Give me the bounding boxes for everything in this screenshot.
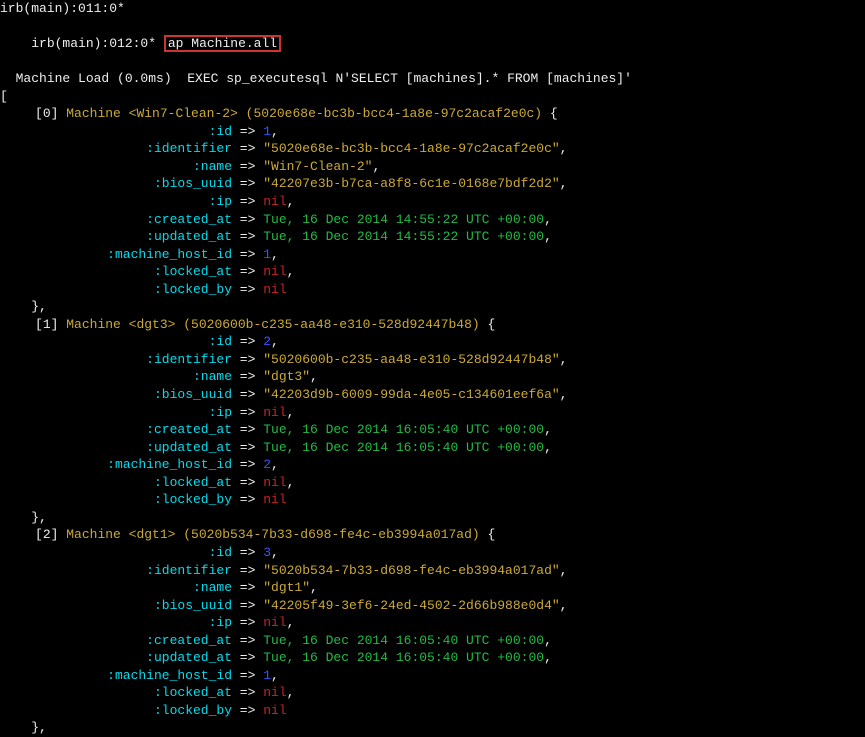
kv-row: :locked_by => nil [0, 702, 865, 720]
kv-row: :locked_by => nil [0, 491, 865, 509]
kv-row: :updated_at => Tue, 16 Dec 2014 14:55:22… [0, 228, 865, 246]
kv-row: :id => 3, [0, 544, 865, 562]
kv-row: :machine_host_id => 2, [0, 456, 865, 474]
kv-row: :machine_host_id => 1, [0, 667, 865, 685]
entry-header: [1] Machine <dgt3> (5020600b-c235-aa48-e… [0, 316, 865, 334]
kv-row: :ip => nil, [0, 193, 865, 211]
kv-row: :locked_at => nil, [0, 263, 865, 281]
entry-close: }, [0, 298, 865, 316]
kv-row: :created_at => Tue, 16 Dec 2014 16:05:40… [0, 421, 865, 439]
sql-log: Machine Load (0.0ms) EXEC sp_executesql … [0, 70, 865, 88]
kv-row: :ip => nil, [0, 404, 865, 422]
kv-row: :identifier => "5020600b-c235-aa48-e310-… [0, 351, 865, 369]
kv-row: :bios_uuid => "42205f49-3ef6-24ed-4502-2… [0, 597, 865, 615]
prompt-line[interactable]: irb(main):012:0* ap Machine.all [0, 18, 865, 71]
kv-row: :bios_uuid => "42203d9b-6009-99da-4e05-c… [0, 386, 865, 404]
terminal-output[interactable]: irb(main):011:0* irb(main):012:0* ap Mac… [0, 0, 865, 737]
kv-row: :ip => nil, [0, 614, 865, 632]
kv-row: :identifier => "5020b534-7b33-d698-fe4c-… [0, 562, 865, 580]
entry-header: [0] Machine <Win7-Clean-2> (5020e68e-bc3… [0, 105, 865, 123]
kv-row: :created_at => Tue, 16 Dec 2014 16:05:40… [0, 632, 865, 650]
kv-row: :id => 2, [0, 333, 865, 351]
entry-close: }, [0, 719, 865, 737]
ap-call: ap [168, 36, 191, 51]
kv-row: :name => "dgt1", [0, 579, 865, 597]
kv-row: :updated_at => Tue, 16 Dec 2014 16:05:40… [0, 649, 865, 667]
kv-row: :created_at => Tue, 16 Dec 2014 14:55:22… [0, 211, 865, 229]
kv-row: :name => "dgt3", [0, 368, 865, 386]
kv-row: :name => "Win7-Clean-2", [0, 158, 865, 176]
kv-row: :updated_at => Tue, 16 Dec 2014 16:05:40… [0, 439, 865, 457]
command-highlight: ap Machine.all [164, 35, 281, 52]
kv-row: :machine_host_id => 1, [0, 246, 865, 264]
kv-row: :locked_at => nil, [0, 684, 865, 702]
entry-close: }, [0, 509, 865, 527]
open-bracket: [ [0, 88, 865, 106]
entry-header: [2] Machine <dgt1> (5020b534-7b33-d698-f… [0, 526, 865, 544]
kv-row: :bios_uuid => "42207e3b-b7ca-a8f8-6c1e-0… [0, 175, 865, 193]
kv-row: :locked_by => nil [0, 281, 865, 299]
irb-prompt: irb(main):012:0* [31, 36, 156, 51]
command-text: Machine.all [191, 36, 277, 51]
entries-container: [0] Machine <Win7-Clean-2> (5020e68e-bc3… [0, 105, 865, 737]
cmd-prefix [156, 36, 164, 51]
kv-row: :identifier => "5020e68e-bc3b-bcc4-1a8e-… [0, 140, 865, 158]
prev-prompt-line: irb(main):011:0* [0, 0, 865, 18]
kv-row: :id => 1, [0, 123, 865, 141]
kv-row: :locked_at => nil, [0, 474, 865, 492]
